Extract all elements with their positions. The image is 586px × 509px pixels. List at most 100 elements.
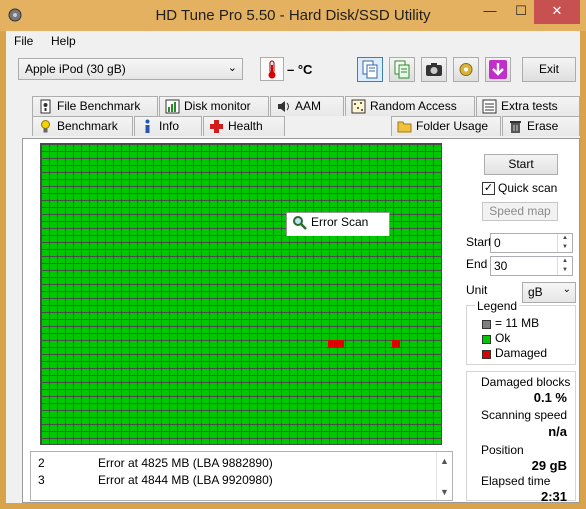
tab-label: AAM <box>295 99 322 113</box>
damaged-blocks-label: Damaged blocks <box>481 375 571 389</box>
menu-help[interactable]: Help <box>51 34 76 48</box>
tab-extra-tests[interactable]: Extra tests <box>476 96 580 116</box>
quick-scan-label: Quick scan <box>498 181 558 195</box>
menu-file[interactable]: File <box>14 34 33 48</box>
scroll-up-icon[interactable]: ▲ <box>440 456 449 466</box>
error-number: 3 <box>38 473 45 487</box>
list-item[interactable]: 2 Error at 4825 MB (LBA 9882890) <box>31 456 441 472</box>
elapsed-time-label: Elapsed time <box>481 474 551 488</box>
spinner-arrows-icon[interactable]: ▲ ▼ <box>557 257 572 275</box>
position-value: 29 gB <box>531 458 567 473</box>
position-label: Position <box>481 443 524 457</box>
damaged-block <box>328 340 344 347</box>
tab-health[interactable]: Health <box>203 116 285 136</box>
tab-strip: File Benchmark Disk monitor AAM Random A… <box>6 96 580 236</box>
tab-benchmark[interactable]: Benchmark <box>32 116 133 136</box>
options-icon <box>459 63 473 76</box>
title-bar: HD Tune Pro 5.50 - Hard Disk/SSD Utility… <box>0 0 586 31</box>
legend-ok-swatch <box>482 335 491 344</box>
device-label: Apple iPod (30 gB) <box>25 62 126 76</box>
spinner-arrows-icon[interactable]: ▲ ▼ <box>557 234 572 252</box>
unit-dropdown[interactable]: gB ⌄ <box>522 282 576 303</box>
scrollbar[interactable]: ▲ ▼ <box>436 452 452 500</box>
benchmark-icon <box>41 120 50 133</box>
screenshot-button[interactable] <box>421 57 447 82</box>
legend-title: Legend <box>475 299 520 313</box>
thermometer-icon <box>268 60 276 79</box>
tab-label: Erase <box>527 119 559 133</box>
copy-text-button[interactable] <box>389 57 415 82</box>
damaged-blocks-value: 0.1 % <box>533 390 567 405</box>
legend-box: Legend = 11 MB Ok Damaged <box>466 299 576 365</box>
error-log-list[interactable]: 2 Error at 4825 MB (LBA 9882890) 3 Error… <box>30 451 453 501</box>
tab-label: Benchmark <box>57 119 118 133</box>
app-window: HD Tune Pro 5.50 - Hard Disk/SSD Utility… <box>0 0 586 509</box>
file-benchmark-icon <box>40 99 51 114</box>
scanning-speed-label: Scanning speed <box>481 408 568 422</box>
device-dropdown[interactable]: Apple iPod (30 gB) ⌄ <box>18 58 243 80</box>
start-input[interactable]: 0 ▲ ▼ <box>490 233 573 253</box>
exit-button[interactable]: Exit <box>522 57 576 82</box>
list-item[interactable]: 3 Error at 4844 MB (LBA 9920980) <box>31 473 441 489</box>
tab-info[interactable]: Info <box>134 116 202 136</box>
health-cross-icon <box>210 120 223 133</box>
speed-map-button[interactable]: Speed map <box>482 202 558 221</box>
magnifier-icon <box>293 216 307 230</box>
tab-label: Error Scan <box>311 215 369 229</box>
tab-label: Info <box>159 119 180 133</box>
random-access-icon <box>351 99 366 114</box>
chevron-down-icon: ⌄ <box>562 284 571 295</box>
scan-stats: Damaged blocks 0.1 % Scanning speed n/a … <box>466 371 576 504</box>
tab-random-access[interactable]: Random Access <box>345 96 475 116</box>
legend-ok: Ok <box>495 331 511 345</box>
tab-folder-usage[interactable]: Folder Usage <box>391 116 501 136</box>
screenshot-icon <box>426 63 442 76</box>
scan-block-map <box>40 143 442 445</box>
end-input[interactable]: 30 ▲ ▼ <box>490 256 573 276</box>
maximize-button[interactable]: ☐ <box>510 0 532 24</box>
chevron-down-icon: ⌄ <box>227 62 237 74</box>
unit-label: Unit <box>466 283 488 297</box>
scroll-down-icon[interactable]: ▼ <box>440 487 449 497</box>
tab-disk-monitor[interactable]: Disk monitor <box>159 96 269 116</box>
tab-file-benchmark[interactable]: File Benchmark <box>32 96 158 116</box>
tab-aam[interactable]: AAM <box>270 96 344 116</box>
end-value: 30 <box>494 259 508 273</box>
legend-block-size-swatch <box>482 320 491 329</box>
copy-info-icon <box>362 60 378 79</box>
end-field-label: End <box>466 257 488 271</box>
start-button[interactable]: Start <box>484 154 558 175</box>
temperature-readout: – °C <box>287 62 313 77</box>
close-button[interactable]: ✕ <box>534 0 580 24</box>
trash-icon <box>510 121 521 133</box>
disk-monitor-icon <box>165 99 180 114</box>
tab-label: Disk monitor <box>184 99 251 113</box>
error-text: Error at 4825 MB (LBA 9882890) <box>98 456 273 470</box>
tab-error-scan[interactable]: Error Scan <box>286 212 390 236</box>
legend-block-size: = 11 MB <box>495 316 540 330</box>
update-icon <box>489 60 507 79</box>
tab-erase[interactable]: Erase <box>502 116 580 136</box>
update-button[interactable] <box>485 57 511 82</box>
error-scan-panel: 2 Error at 4825 MB (LBA 9882890) 3 Error… <box>22 138 580 504</box>
speaker-icon <box>278 101 289 112</box>
elapsed-time-value: 2:31 <box>540 489 567 504</box>
tab-label: File Benchmark <box>57 99 141 113</box>
temperature-button[interactable] <box>260 57 284 81</box>
extra-tests-icon <box>482 99 497 114</box>
copy-text-icon <box>394 60 410 79</box>
tab-label: Folder Usage <box>416 119 489 133</box>
tab-label: Random Access <box>370 99 457 113</box>
damaged-block <box>392 340 400 347</box>
minimize-button[interactable]: — <box>479 0 501 24</box>
unit-value: gB <box>528 285 543 299</box>
error-text: Error at 4844 MB (LBA 9920980) <box>98 473 273 487</box>
copy-info-button[interactable] <box>357 57 383 82</box>
tab-label: Extra tests <box>501 99 558 113</box>
options-button[interactable] <box>453 57 479 82</box>
info-icon <box>145 119 150 133</box>
legend-damaged-swatch <box>482 350 491 359</box>
start-field-label: Start <box>466 235 492 249</box>
quick-scan-checkbox[interactable]: ✓ <box>482 182 495 195</box>
start-value: 0 <box>494 236 501 250</box>
